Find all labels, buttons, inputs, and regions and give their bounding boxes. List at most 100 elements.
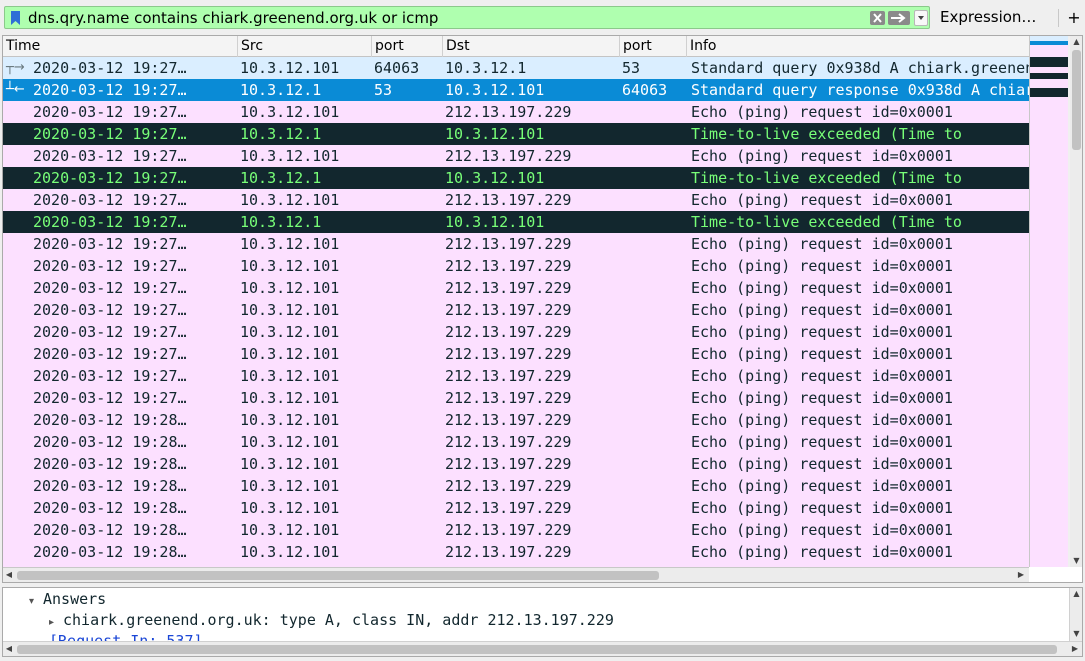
packet-dst: 212.13.197.229 <box>445 477 572 495</box>
packet-src-port <box>374 145 444 167</box>
packet-row[interactable]: 2020-03-12 19:27… 10.3.12.1 10.3.12.101 Tim… <box>3 123 1029 145</box>
details-horizontal-scrollbar[interactable]: ◀ ▶ <box>3 641 1082 656</box>
packet-info: Echo (ping) request id=0x0001 <box>691 411 953 429</box>
display-filter-text[interactable]: dns.qry.name contains chiark.greenend.or… <box>28 9 438 27</box>
packet-row[interactable]: 2020-03-12 19:27… 10.3.12.101 212.13.197.2… <box>3 101 1029 123</box>
packet-dst: 10.3.12.101 <box>445 169 545 187</box>
horizontal-scroll-thumb[interactable] <box>17 645 1057 654</box>
expanded-arrow-icon[interactable]: ▾ <box>29 591 43 612</box>
packet-row[interactable]: 2020-03-12 19:28… 10.3.12.101 212.13.197.2… <box>3 519 1029 541</box>
packet-dst: 212.13.197.229 <box>445 455 572 473</box>
bookmark-icon[interactable] <box>11 11 20 25</box>
packet-row[interactable]: 2020-03-12 19:27… 10.3.12.101 212.13.197.2… <box>3 343 1029 365</box>
column-header-src-port[interactable]: port <box>372 36 443 57</box>
packet-src-port <box>374 123 444 145</box>
packet-info: Echo (ping) request id=0x0001 <box>691 103 953 121</box>
packet-row[interactable]: ┴← 2020-03-12 19:27… 10.3.12.1 53 10.3.12.10… <box>3 79 1029 101</box>
packet-src: 10.3.12.101 <box>240 345 340 363</box>
packet-info: Standard query 0x938d A chiark.greenend.… <box>691 59 1029 77</box>
packet-info: Echo (ping) request id=0x0001 <box>691 279 953 297</box>
details-vertical-scrollbar[interactable]: ▲ ▼ <box>1069 588 1082 641</box>
packet-src: 10.3.12.101 <box>240 279 340 297</box>
apply-filter-icon[interactable] <box>888 11 910 25</box>
vertical-scroll-thumb[interactable] <box>1072 50 1081 150</box>
packet-row[interactable]: 2020-03-12 19:28… 10.3.12.101 212.13.197.2… <box>3 409 1029 431</box>
packet-row[interactable]: ┬→ 2020-03-12 19:27… 10.3.12.101 64063 10.3.… <box>3 57 1029 79</box>
packet-dst: 212.13.197.229 <box>445 279 572 297</box>
packet-dst-port <box>622 145 688 167</box>
packet-row[interactable]: 2020-03-12 19:27… 10.3.12.1 10.3.12.101 Tim… <box>3 167 1029 189</box>
packet-src: 10.3.12.101 <box>240 103 340 121</box>
expression-button[interactable]: Expression… <box>933 6 1047 29</box>
packet-dst-port <box>622 233 688 255</box>
packet-list-vertical-scrollbar[interactable]: ▲ ▼ <box>1029 36 1082 567</box>
packet-row[interactable]: 2020-03-12 19:28… 10.3.12.101 212.13.197.2… <box>3 453 1029 475</box>
display-filter-input[interactable]: dns.qry.name contains chiark.greenend.or… <box>4 6 930 29</box>
scroll-right-arrow-icon[interactable]: ▶ <box>1069 642 1081 656</box>
packet-info: Echo (ping) request id=0x0001 <box>691 191 953 209</box>
packet-time: 2020-03-12 19:28… <box>33 433 187 451</box>
packet-dst: 212.13.197.229 <box>445 433 572 451</box>
packet-dst-port <box>622 365 688 387</box>
packet-time: 2020-03-12 19:27… <box>33 169 187 187</box>
packet-dst-port: 64063 <box>622 81 668 99</box>
packet-info: Echo (ping) request id=0x0001 <box>691 367 953 385</box>
packet-info: Echo (ping) request id=0x0001 <box>691 521 953 539</box>
packet-row[interactable]: 2020-03-12 19:27… 10.3.12.101 212.13.197.2… <box>3 365 1029 387</box>
packet-list-horizontal-scrollbar[interactable]: ◀ ▶ <box>3 567 1029 582</box>
scroll-up-arrow-icon[interactable]: ▲ <box>1070 36 1082 48</box>
scroll-left-arrow-icon[interactable]: ◀ <box>3 642 15 656</box>
packet-info: Echo (ping) request id=0x0001 <box>691 543 953 561</box>
collapsed-arrow-icon[interactable]: ▸ <box>49 612 63 633</box>
packet-src: 10.3.12.101 <box>240 191 340 209</box>
add-filter-button[interactable]: + <box>1065 6 1083 29</box>
column-header-info[interactable]: Info <box>687 36 1029 57</box>
packet-src: 10.3.12.101 <box>240 521 340 539</box>
clear-filter-icon[interactable] <box>870 11 885 25</box>
packet-dst-port <box>622 277 688 299</box>
packet-info: Echo (ping) request id=0x0001 <box>691 147 953 165</box>
packet-src: 10.3.12.101 <box>240 455 340 473</box>
filter-history-dropdown-icon[interactable] <box>914 10 928 26</box>
tree-item-answers[interactable]: ▾ Answers <box>29 589 106 610</box>
column-header-src[interactable]: Src <box>238 36 372 57</box>
column-header-time[interactable]: Time <box>3 36 238 57</box>
packet-src: 10.3.12.101 <box>240 301 340 319</box>
packet-minimap[interactable] <box>1030 36 1068 567</box>
packet-row[interactable]: 2020-03-12 19:28… 10.3.12.101 212.13.197.2… <box>3 497 1029 519</box>
packet-row[interactable]: 2020-03-12 19:27… 10.3.12.1 10.3.12.101 Tim… <box>3 211 1029 233</box>
packet-row[interactable]: 2020-03-12 19:28… 10.3.12.101 212.13.197.2… <box>3 541 1029 563</box>
packet-row[interactable]: 2020-03-12 19:27… 10.3.12.101 212.13.197.2… <box>3 277 1029 299</box>
packet-row[interactable]: 2020-03-12 19:27… 10.3.12.101 212.13.197.2… <box>3 145 1029 167</box>
tree-item-label: chiark.greenend.org.uk: type A, class IN… <box>63 611 614 629</box>
packet-src-port <box>374 365 444 387</box>
packet-row[interactable]: 2020-03-12 19:27… 10.3.12.101 212.13.197.2… <box>3 189 1029 211</box>
packet-src: 10.3.12.101 <box>240 257 340 275</box>
packet-row[interactable]: 2020-03-12 19:28… 10.3.12.101 212.13.197.2… <box>3 475 1029 497</box>
packet-row[interactable]: 2020-03-12 19:27… 10.3.12.101 212.13.197.2… <box>3 255 1029 277</box>
packet-row[interactable]: 2020-03-12 19:27… 10.3.12.101 212.13.197.2… <box>3 321 1029 343</box>
horizontal-scroll-thumb[interactable] <box>17 571 659 580</box>
scroll-up-arrow-icon[interactable]: ▲ <box>1070 588 1082 600</box>
packet-row[interactable]: 2020-03-12 19:27… 10.3.12.101 212.13.197.2… <box>3 233 1029 255</box>
packet-row[interactable]: 2020-03-12 19:27… 10.3.12.101 212.13.197.2… <box>3 387 1029 409</box>
packet-src-port <box>374 497 444 519</box>
packet-row[interactable]: 2020-03-12 19:27… 10.3.12.101 212.13.197.2… <box>3 299 1029 321</box>
packet-src: 10.3.12.1 <box>240 81 322 99</box>
packet-dst-port <box>622 255 688 277</box>
packet-dst: 212.13.197.229 <box>445 257 572 275</box>
tree-item-answer-record[interactable]: ▸ chiark.greenend.org.uk: type A, class I… <box>49 610 614 631</box>
scroll-right-arrow-icon[interactable]: ▶ <box>1015 568 1027 582</box>
packet-src: 10.3.12.101 <box>240 433 340 451</box>
packet-time: 2020-03-12 19:27… <box>33 125 187 143</box>
minimap-band <box>1030 88 1068 97</box>
column-header-dst[interactable]: Dst <box>443 36 620 57</box>
packet-row[interactable]: 2020-03-12 19:28… 10.3.12.101 212.13.197.2… <box>3 431 1029 453</box>
scroll-left-arrow-icon[interactable]: ◀ <box>3 568 15 582</box>
packet-src: 10.3.12.1 <box>240 213 322 231</box>
packet-dst-port <box>622 101 688 123</box>
packet-info: Time-to-live exceeded (Time to <box>691 213 962 231</box>
scroll-down-arrow-icon[interactable]: ▼ <box>1070 555 1082 567</box>
scroll-down-arrow-icon[interactable]: ▼ <box>1070 628 1082 640</box>
column-header-dst-port[interactable]: port <box>620 36 687 57</box>
